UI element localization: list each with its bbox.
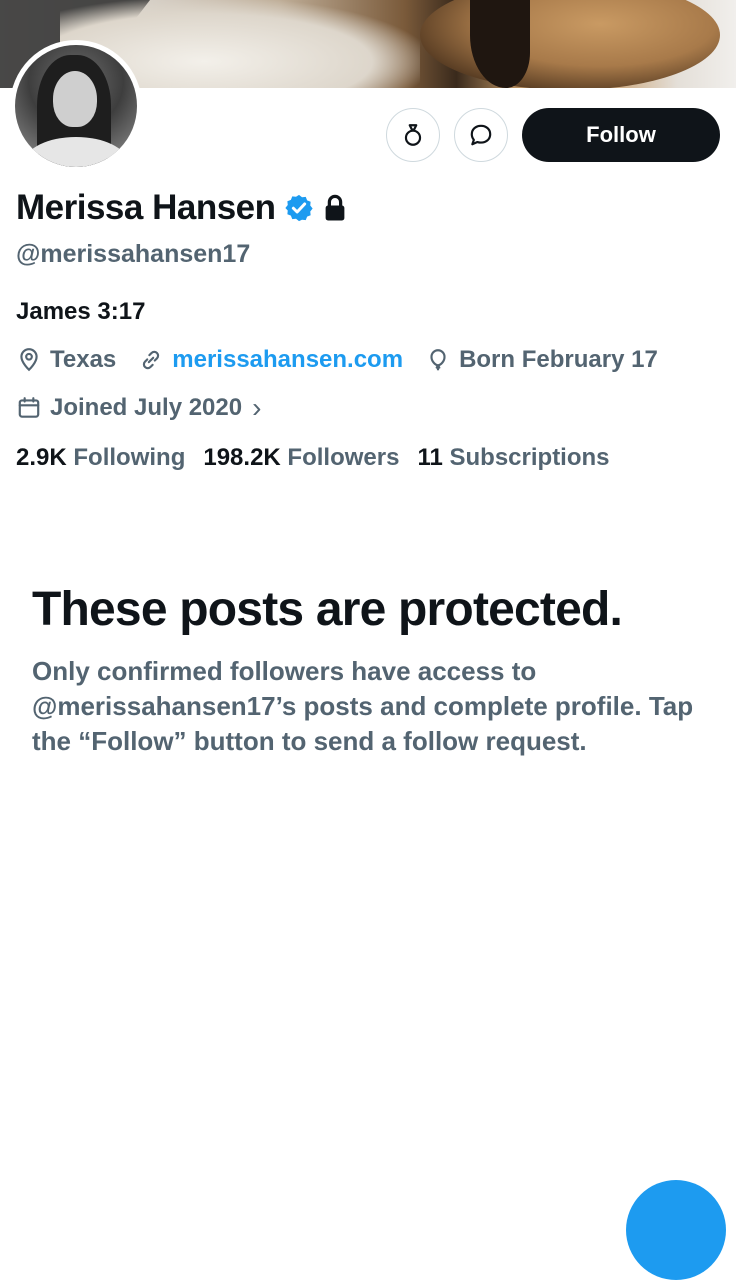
subscriptions-label: Subscriptions	[449, 444, 610, 471]
following-label: Following	[73, 444, 186, 471]
subscribe-button[interactable]	[386, 108, 440, 162]
followers-stat[interactable]: 198.2K Followers	[203, 444, 399, 472]
followers-label: Followers	[287, 444, 400, 471]
balloon-icon	[430, 349, 446, 371]
avatar[interactable]	[10, 40, 142, 172]
joined-text: Joined July 2020	[50, 394, 243, 421]
following-count: 2.9K	[16, 444, 67, 471]
verified-badge-icon[interactable]	[284, 193, 314, 223]
subscriptions-stat[interactable]: 11 Subscriptions	[417, 444, 609, 472]
chevron-right-icon: ›	[252, 392, 262, 423]
location: Texas	[16, 346, 116, 374]
message-icon	[470, 124, 492, 146]
calendar-icon	[18, 397, 40, 418]
user-handle: @merissahansen17	[16, 240, 251, 268]
follow-stats: 2.9K Following 198.2K Followers 11 Subsc…	[16, 444, 628, 472]
name-row: Merissa Hansen	[16, 188, 348, 228]
birthday-text: Born February 17	[459, 346, 658, 373]
message-button[interactable]	[454, 108, 508, 162]
website[interactable]: merissahansen.com	[138, 346, 403, 374]
protected-message: Only confirmed followers have access to …	[32, 656, 694, 756]
location-icon	[20, 348, 38, 372]
website-link[interactable]: merissahansen.com	[172, 346, 403, 374]
joined-row[interactable]: Joined July 2020 ›	[16, 392, 283, 424]
protected-title: These posts are protected.	[32, 583, 623, 636]
lock-icon	[322, 193, 348, 223]
location-text: Texas	[50, 346, 117, 373]
subscribe-icon	[404, 124, 422, 146]
display-name: Merissa Hansen	[16, 188, 276, 227]
following-stat[interactable]: 2.9K Following	[16, 444, 185, 472]
birthday: Born February 17	[425, 346, 658, 374]
bio-text: James 3:17	[16, 298, 146, 325]
link-icon	[143, 350, 160, 370]
followers-count: 198.2K	[203, 444, 281, 471]
follow-button[interactable]: Follow	[522, 108, 720, 162]
compose-fab-button[interactable]	[626, 1180, 726, 1280]
profile-meta-row: Texas merissahansen.com Born February 17	[16, 346, 680, 374]
joined[interactable]: Joined July 2020 ›	[16, 392, 261, 424]
subscriptions-count: 11	[417, 444, 443, 471]
